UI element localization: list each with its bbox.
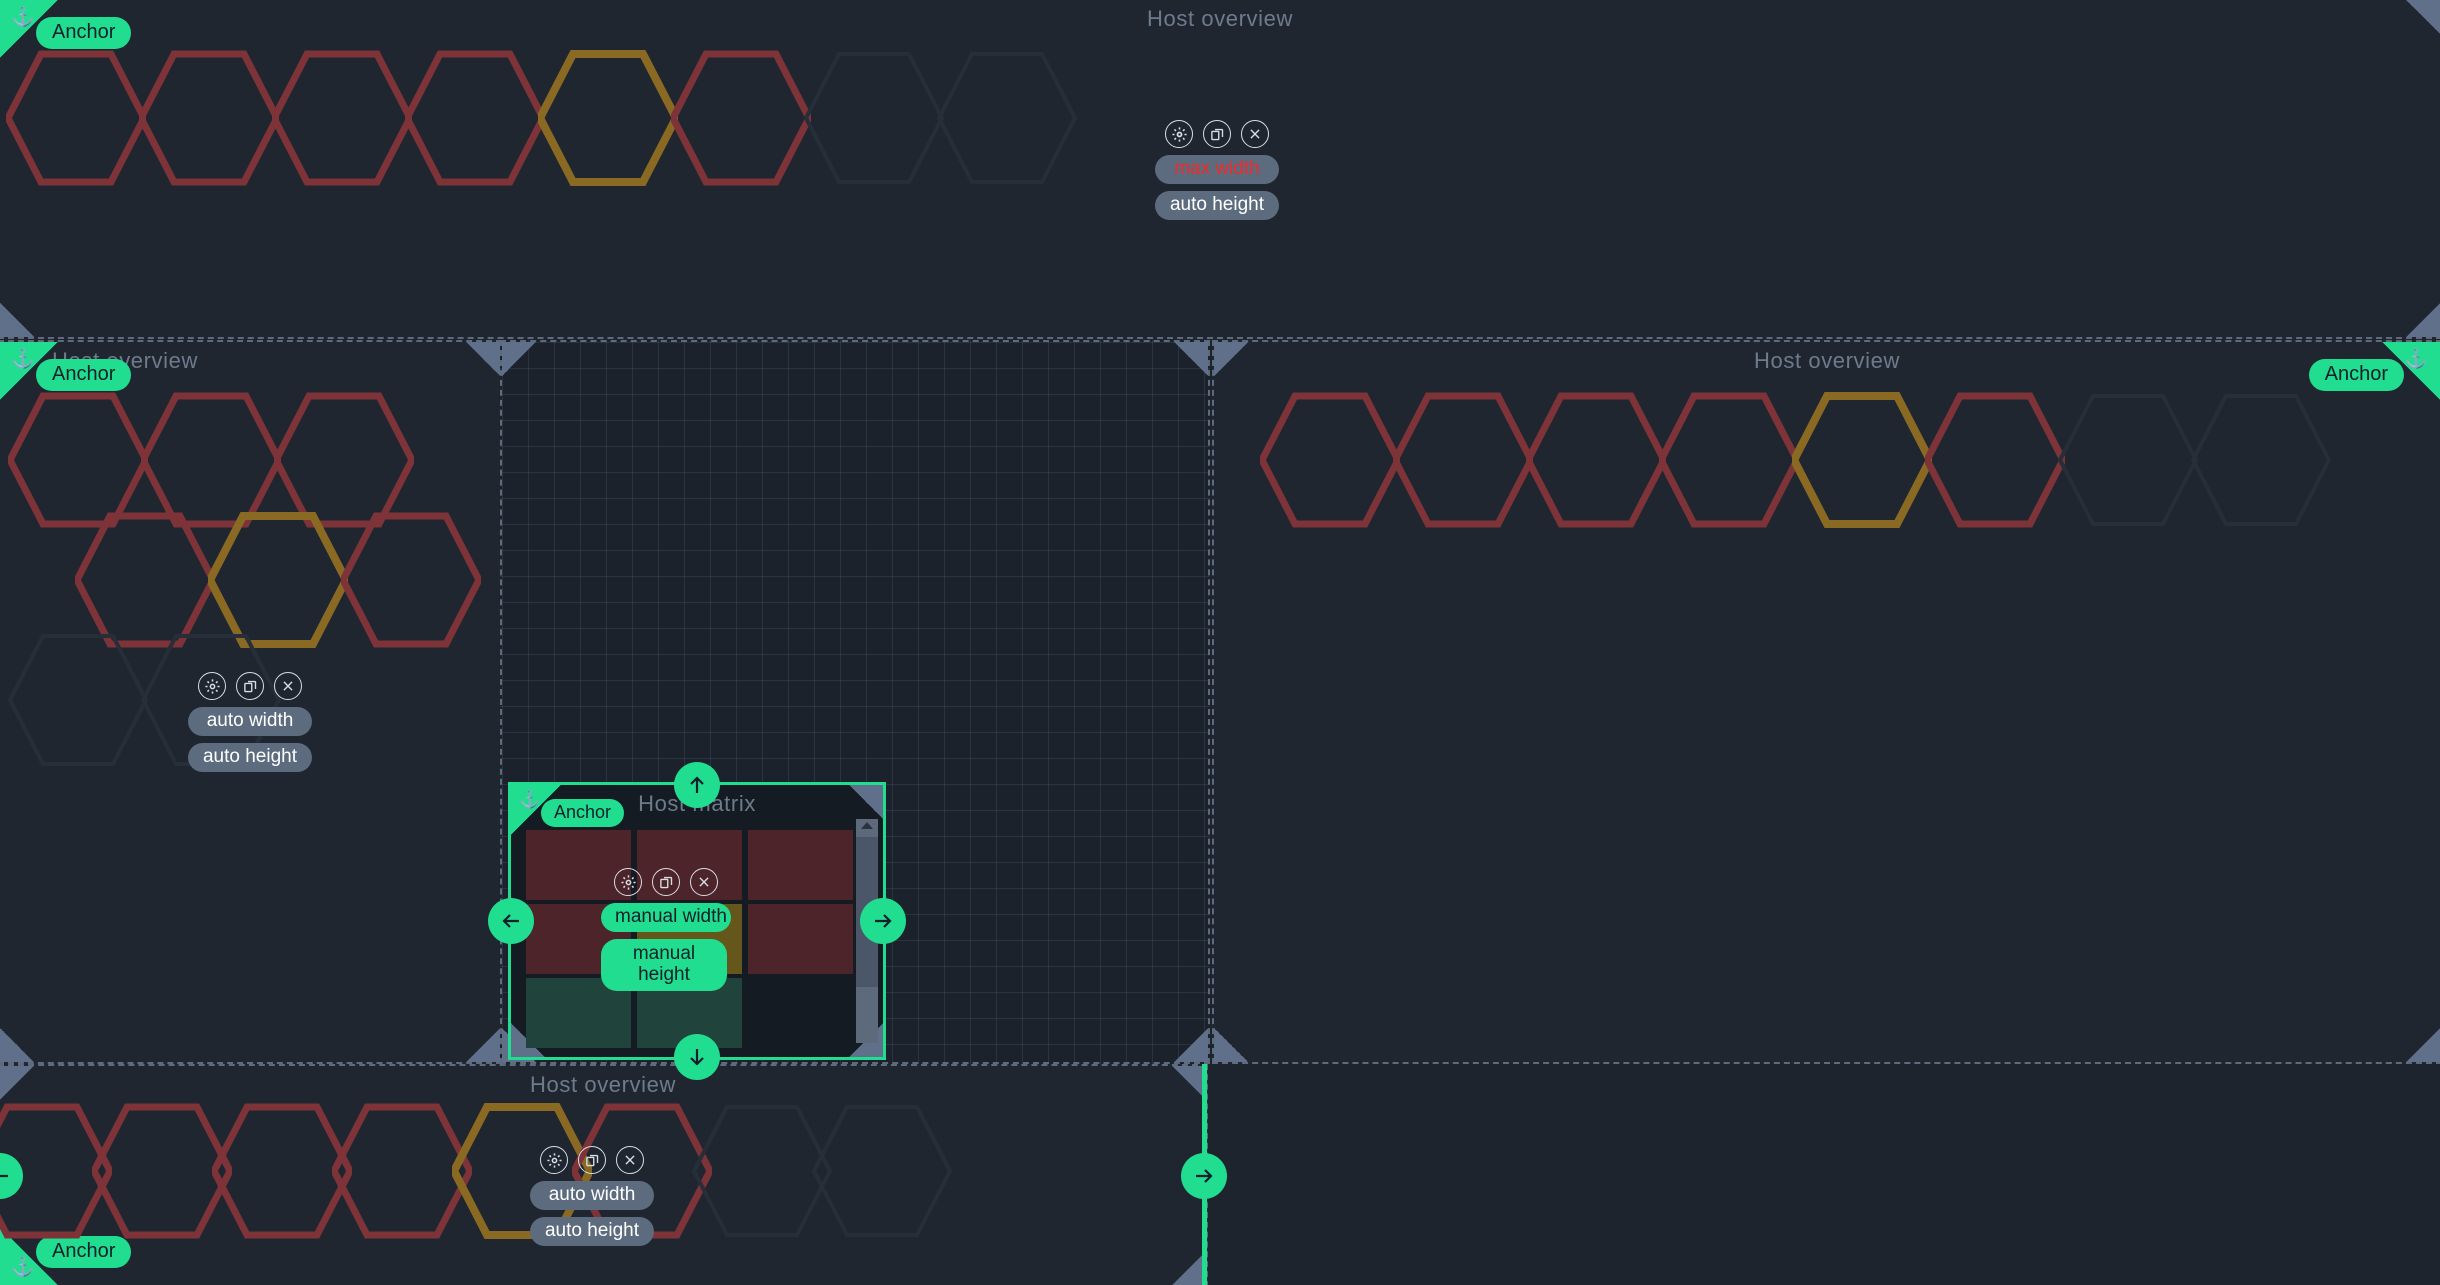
close-icon[interactable] <box>616 1146 644 1174</box>
resize-handle-up[interactable] <box>674 762 720 808</box>
hex-node[interactable] <box>341 510 481 650</box>
panel-host-matrix[interactable]: Host matrix ⚓ Anchor manual width manual… <box>488 762 906 1080</box>
panel-controls: max width auto height <box>1155 120 1279 220</box>
hex-node[interactable] <box>274 390 414 530</box>
duplicate-icon[interactable] <box>578 1146 606 1174</box>
height-mode-pill[interactable]: auto height <box>530 1217 654 1246</box>
canvas-root: Host overview ⚓ Anchor max width auto he… <box>0 0 2440 1285</box>
hex-node-inactive[interactable] <box>804 48 944 188</box>
panel-controls: auto width auto height <box>188 672 312 772</box>
anchor-badge[interactable]: Anchor <box>2308 359 2404 391</box>
anchor-icon: ⚓ <box>11 1257 35 1278</box>
resize-handle-down[interactable] <box>674 1034 720 1080</box>
height-mode-pill[interactable]: auto height <box>188 743 312 772</box>
duplicate-icon[interactable] <box>236 672 264 700</box>
resize-handle-right[interactable] <box>1181 1153 1227 1199</box>
resize-corner-bottom-right[interactable] <box>2406 303 2440 337</box>
panel-title: Host overview <box>1147 6 1293 31</box>
anchor-icon: ⚓ <box>519 790 541 809</box>
control-icon-row <box>601 868 731 896</box>
hex-node[interactable] <box>6 48 146 188</box>
resize-corner-bottom-left[interactable] <box>0 303 34 337</box>
hex-node[interactable] <box>1260 390 1400 530</box>
hex-node[interactable] <box>8 390 148 530</box>
gear-icon[interactable] <box>540 1146 568 1174</box>
resize-handle-right[interactable] <box>860 898 906 944</box>
hex-node-inactive[interactable] <box>692 1101 832 1241</box>
hex-node[interactable] <box>92 1101 232 1241</box>
resize-corner-top-right[interactable] <box>466 342 500 376</box>
hex-node[interactable] <box>1526 390 1666 530</box>
hex-node-highlight[interactable] <box>208 510 348 650</box>
matrix-cell[interactable] <box>748 830 853 900</box>
anchor-icon: ⚓ <box>11 7 35 28</box>
hex-node-inactive[interactable] <box>2191 390 2331 530</box>
matrix-cell[interactable] <box>748 904 853 974</box>
duplicate-icon[interactable] <box>652 868 680 896</box>
hex-node-inactive[interactable] <box>812 1101 952 1241</box>
hex-node[interactable] <box>1925 390 2065 530</box>
hex-node-inactive[interactable] <box>2058 390 2198 530</box>
resize-corner-top-right[interactable] <box>1172 1066 1206 1100</box>
panel-host-overview-left[interactable]: Host overview ⚓ Anchor auto width auto h… <box>0 340 502 1064</box>
hex-node[interactable] <box>75 510 215 650</box>
close-icon[interactable] <box>274 672 302 700</box>
resize-corner-top-right[interactable] <box>2406 0 2440 34</box>
panel-title: Host overview <box>530 1072 676 1097</box>
resize-corner-bottom-right[interactable] <box>1172 1251 1206 1285</box>
control-icon-row <box>1155 120 1279 148</box>
panel-host-overview-right[interactable]: Host overview ⚓ Anchor <box>1212 340 2440 1064</box>
anchor-badge[interactable]: Anchor <box>36 359 132 391</box>
gear-icon[interactable] <box>614 868 642 896</box>
hex-node[interactable] <box>332 1101 472 1241</box>
resize-corner-bottom-right[interactable] <box>2406 1028 2440 1062</box>
hex-node-highlight[interactable] <box>1792 390 1932 530</box>
panel-controls: auto width auto height <box>530 1146 654 1246</box>
gear-icon[interactable] <box>1165 120 1193 148</box>
hex-node[interactable] <box>671 48 811 188</box>
panel-host-overview-top[interactable]: Host overview ⚓ Anchor max width auto he… <box>0 0 2440 339</box>
duplicate-icon[interactable] <box>1203 120 1231 148</box>
anchor-icon: ⚓ <box>11 349 35 370</box>
width-mode-pill[interactable]: auto width <box>530 1181 654 1210</box>
resize-handle-left[interactable] <box>488 898 534 944</box>
hex-node[interactable] <box>141 390 281 530</box>
resize-corner-bottom-right[interactable] <box>466 1028 500 1062</box>
anchor-badge[interactable]: Anchor <box>541 799 625 827</box>
hex-node[interactable] <box>1393 390 1533 530</box>
resize-corner-bottom-right[interactable] <box>1174 1028 1208 1062</box>
matrix-controls: manual width manual height <box>601 868 731 992</box>
hex-node-inactive[interactable] <box>8 630 148 770</box>
hex-node[interactable] <box>272 48 412 188</box>
width-mode-pill[interactable]: manual width <box>601 903 731 932</box>
hex-node[interactable] <box>405 48 545 188</box>
height-mode-pill[interactable]: auto height <box>1155 191 1279 220</box>
resize-corner-top-left[interactable] <box>1214 342 1248 376</box>
panel-host-overview-bottom[interactable]: Host overview ⚓ Anchor auto width auto h… <box>0 1064 1208 1285</box>
resize-corner-top-left[interactable] <box>502 342 536 376</box>
width-mode-pill[interactable]: max width <box>1155 155 1279 184</box>
hex-node-highlight[interactable] <box>538 48 678 188</box>
resize-corner-top-left[interactable] <box>0 1066 34 1100</box>
gear-icon[interactable] <box>198 672 226 700</box>
hex-node[interactable] <box>1659 390 1799 530</box>
width-mode-pill[interactable]: auto width <box>188 707 312 736</box>
resize-corner-top-right[interactable] <box>849 785 883 819</box>
resize-corner-bottom-left[interactable] <box>0 1028 34 1062</box>
close-icon[interactable] <box>1241 120 1269 148</box>
scroll-up-icon[interactable] <box>861 822 873 829</box>
resize-corner-bottom-left[interactable] <box>1214 1028 1248 1062</box>
hex-node-inactive[interactable] <box>937 48 1077 188</box>
panel-title: Host overview <box>1754 348 1900 373</box>
close-icon[interactable] <box>690 868 718 896</box>
anchor-icon: ⚓ <box>2404 349 2428 370</box>
height-mode-pill[interactable]: manual height <box>601 939 727 992</box>
resize-corner-top-right[interactable] <box>1174 342 1208 376</box>
control-icon-row <box>530 1146 654 1174</box>
hex-node[interactable] <box>212 1101 352 1241</box>
anchor-badge[interactable]: Anchor <box>36 17 132 49</box>
hex-node[interactable] <box>139 48 279 188</box>
control-icon-row <box>188 672 312 700</box>
